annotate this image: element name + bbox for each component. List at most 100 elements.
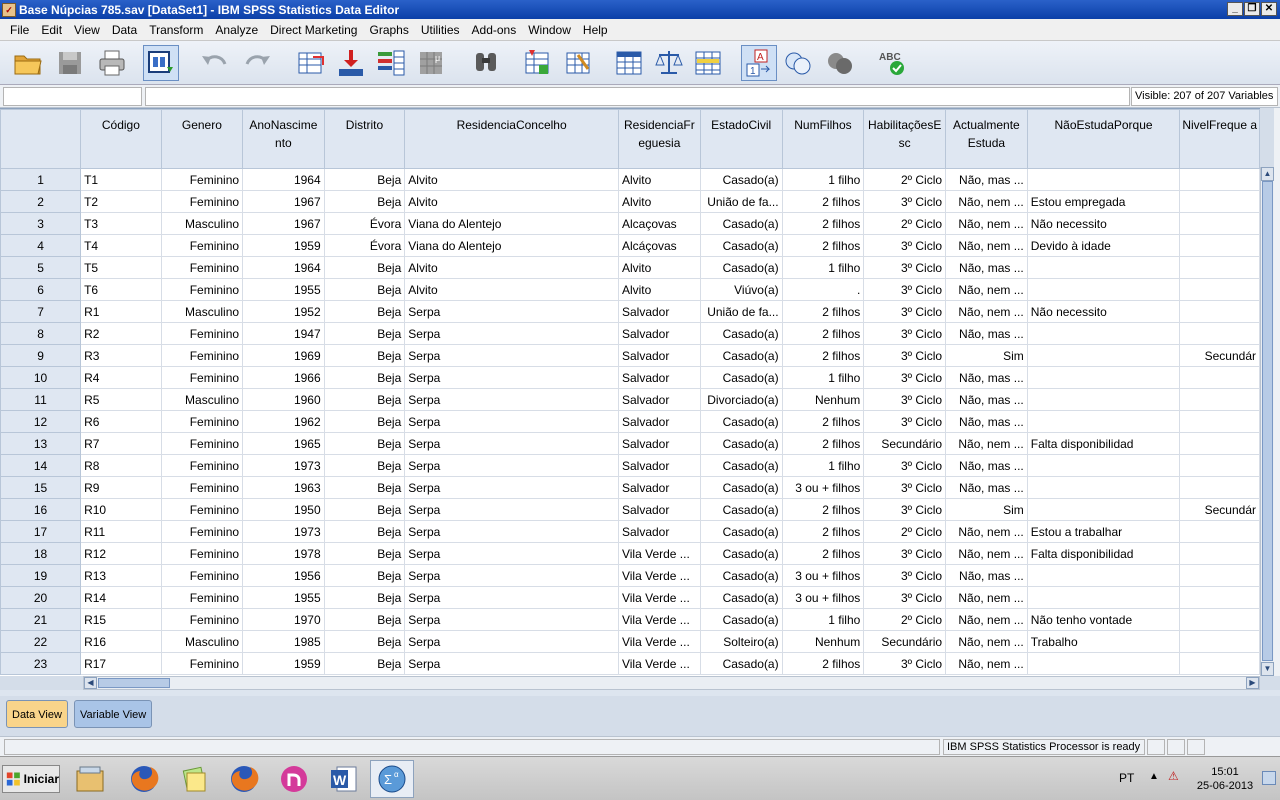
data-cell[interactable]: Beja — [323, 300, 406, 323]
data-cell[interactable]: Beja — [323, 564, 406, 587]
recall-dialog-icon[interactable] — [143, 45, 179, 81]
data-cell[interactable]: T6 — [80, 278, 162, 301]
data-cell[interactable] — [1179, 410, 1260, 433]
row-number[interactable]: 15 — [0, 476, 82, 499]
data-cell[interactable]: 1956 — [242, 564, 325, 587]
data-cell[interactable]: Feminino — [160, 498, 244, 521]
data-cell[interactable]: Não, mas ... — [945, 476, 1028, 499]
column-header[interactable]: EstadoCivil — [699, 109, 783, 169]
data-cell[interactable]: Não, nem ... — [945, 190, 1028, 213]
data-cell[interactable]: R5 — [80, 388, 162, 411]
close-icon[interactable]: ✕ — [1261, 2, 1277, 16]
data-cell[interactable]: 1973 — [242, 520, 325, 543]
scroll-up-icon[interactable]: ▲ — [1261, 167, 1274, 181]
data-cell[interactable]: Feminino — [160, 586, 244, 609]
data-cell[interactable]: Não necessito — [1026, 300, 1181, 323]
data-cell[interactable]: Estou a trabalhar — [1026, 520, 1181, 543]
data-cell[interactable]: Casado(a) — [699, 432, 783, 455]
data-cell[interactable]: Solteiro(a) — [699, 630, 783, 653]
data-cell[interactable]: Beja — [323, 454, 406, 477]
data-cell[interactable]: Alcáçovas — [617, 234, 701, 257]
data-cell[interactable]: Divorciado(a) — [699, 388, 783, 411]
data-cell[interactable]: 3º Ciclo — [863, 366, 947, 389]
data-cell[interactable]: Masculino — [160, 630, 244, 653]
select-cases-icon[interactable] — [690, 45, 726, 81]
data-cell[interactable]: Serpa — [404, 366, 619, 389]
data-cell[interactable]: Salvador — [617, 454, 701, 477]
data-cell[interactable]: Feminino — [160, 366, 244, 389]
menu-view[interactable]: View — [68, 23, 106, 37]
data-cell[interactable]: 2 filhos — [781, 190, 865, 213]
data-cell[interactable] — [1026, 652, 1181, 675]
data-cell[interactable]: Évora — [323, 234, 406, 257]
data-cell[interactable]: Salvador — [617, 366, 701, 389]
row-number[interactable]: 18 — [0, 542, 82, 565]
data-cell[interactable]: Não, nem ... — [945, 630, 1028, 653]
data-cell[interactable]: Casado(a) — [699, 586, 783, 609]
data-cell[interactable]: Beja — [323, 190, 406, 213]
data-cell[interactable]: 2º Ciclo — [863, 168, 947, 191]
data-cell[interactable]: Serpa — [404, 476, 619, 499]
data-cell[interactable] — [1179, 586, 1260, 609]
data-cell[interactable]: Serpa — [404, 322, 619, 345]
row-number[interactable]: 10 — [0, 366, 82, 389]
data-cell[interactable]: Feminino — [160, 256, 244, 279]
data-cell[interactable]: Não tenho vontade — [1026, 608, 1181, 631]
data-cell[interactable]: Beja — [323, 256, 406, 279]
data-cell[interactable]: 3º Ciclo — [863, 234, 947, 257]
data-cell[interactable]: R14 — [80, 586, 162, 609]
spss-statistics-icon[interactable]: Σα — [370, 760, 414, 798]
row-number[interactable]: 5 — [0, 256, 82, 279]
data-cell[interactable]: Feminino — [160, 234, 244, 257]
data-cell[interactable]: Salvador — [617, 432, 701, 455]
data-cell[interactable]: Vila Verde ... — [617, 564, 701, 587]
network-status-icon[interactable]: ⚠ — [1168, 769, 1179, 783]
split-file-icon[interactable] — [611, 45, 647, 81]
data-cell[interactable]: 2 filhos — [781, 212, 865, 235]
data-cell[interactable]: 1969 — [242, 344, 325, 367]
data-cell[interactable]: Não, nem ... — [945, 300, 1028, 323]
data-cell[interactable]: 1955 — [242, 278, 325, 301]
data-cell[interactable]: Não, nem ... — [945, 520, 1028, 543]
data-cell[interactable]: T3 — [80, 212, 162, 235]
data-cell[interactable]: R12 — [80, 542, 162, 565]
vertical-scrollbar[interactable]: ▲ ▼ — [1260, 167, 1274, 676]
data-cell[interactable]: Serpa — [404, 586, 619, 609]
data-cell[interactable]: Não, nem ... — [945, 212, 1028, 235]
data-cell[interactable]: Serpa — [404, 652, 619, 675]
value-labels-icon[interactable]: A1 — [741, 45, 777, 81]
find-icon[interactable] — [468, 45, 504, 81]
spell-check-icon[interactable]: ABC — [874, 45, 910, 81]
data-cell[interactable]: Não, mas ... — [945, 322, 1028, 345]
data-cell[interactable]: Serpa — [404, 410, 619, 433]
data-cell[interactable]: R16 — [80, 630, 162, 653]
data-cell[interactable] — [1179, 564, 1260, 587]
data-cell[interactable]: R4 — [80, 366, 162, 389]
data-cell[interactable]: Alvito — [617, 190, 701, 213]
word-icon[interactable]: W — [322, 760, 366, 798]
menu-file[interactable]: File — [4, 23, 35, 37]
data-cell[interactable]: 1955 — [242, 586, 325, 609]
data-cell[interactable]: Não, nem ... — [945, 542, 1028, 565]
data-cell[interactable]: 2º Ciclo — [863, 608, 947, 631]
data-cell[interactable]: Beja — [323, 278, 406, 301]
goto-case-icon[interactable] — [293, 45, 329, 81]
data-cell[interactable]: Casado(a) — [699, 344, 783, 367]
data-cell[interactable]: Casado(a) — [699, 212, 783, 235]
column-header[interactable]: NãoEstudaPorque — [1026, 109, 1181, 169]
data-cell[interactable]: Feminino — [160, 454, 244, 477]
horizontal-scrollbar[interactable]: ◀ ▶ — [83, 676, 1260, 690]
data-cell[interactable]: Feminino — [160, 432, 244, 455]
data-cell[interactable]: Alcaçovas — [617, 212, 701, 235]
data-cell[interactable] — [1026, 366, 1181, 389]
menu-transform[interactable]: Transform — [143, 23, 209, 37]
data-cell[interactable]: T5 — [80, 256, 162, 279]
data-cell[interactable]: Casado(a) — [699, 564, 783, 587]
data-cell[interactable]: 2 filhos — [781, 520, 865, 543]
data-cell[interactable]: Estou empregada — [1026, 190, 1181, 213]
data-cell[interactable]: Devido à idade — [1026, 234, 1181, 257]
firefox-icon[interactable] — [122, 760, 166, 798]
data-cell[interactable]: Casado(a) — [699, 322, 783, 345]
menu-add-ons[interactable]: Add-ons — [466, 23, 523, 37]
data-cell[interactable]: Não, nem ... — [945, 278, 1028, 301]
